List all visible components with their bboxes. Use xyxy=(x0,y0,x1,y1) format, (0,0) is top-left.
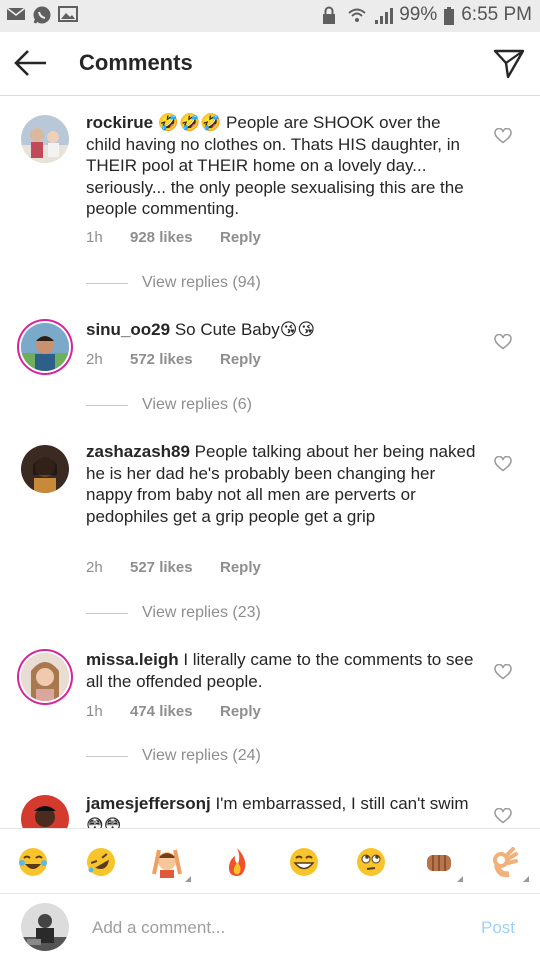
skin-tone-indicator xyxy=(457,876,463,882)
whatsapp-icon xyxy=(32,5,52,24)
comment-likes[interactable]: 572 likes xyxy=(130,351,220,368)
view-replies-button[interactable]: View replies (23) xyxy=(86,604,261,622)
direct-send-button[interactable] xyxy=(492,46,526,80)
like-button[interactable] xyxy=(494,807,512,824)
comment-time: 2h xyxy=(86,351,103,368)
comment-body: So Cute Baby😘😘 xyxy=(170,320,316,339)
comment-time: 1h xyxy=(86,229,103,246)
comments-list[interactable]: rockirue 🤣🤣🤣 People are SHOOK over the c… xyxy=(0,97,540,828)
emoji-fist-button[interactable] xyxy=(423,846,463,882)
emoji-fire-button[interactable] xyxy=(221,846,253,878)
comment-time: 2h xyxy=(86,559,103,576)
emoji-rofl-button[interactable] xyxy=(85,846,117,878)
reply-button[interactable]: Reply xyxy=(220,351,261,368)
comment-text: zashazash89 People talking about her bei… xyxy=(86,441,478,527)
my-avatar xyxy=(21,903,69,951)
avatar[interactable] xyxy=(21,445,69,493)
comment-text: jamesjeffersonj I'm embarrassed, I still… xyxy=(86,793,478,828)
gallery-icon xyxy=(58,5,78,23)
clock: 6:55 PM xyxy=(461,4,532,25)
emoji-ok-hand-button[interactable] xyxy=(489,846,529,882)
comment-likes[interactable]: 527 likes xyxy=(130,559,220,576)
comment-username[interactable]: zashazash89 xyxy=(86,442,190,461)
heart-icon xyxy=(494,663,512,680)
person-gesturing-icon xyxy=(152,849,182,878)
avatar[interactable] xyxy=(21,115,69,163)
ok-hand-icon xyxy=(493,847,518,878)
lock-icon xyxy=(321,6,341,24)
skin-tone-indicator xyxy=(185,876,191,882)
view-replies-label: View replies (94) xyxy=(142,274,261,291)
reply-button[interactable]: Reply xyxy=(220,703,261,720)
wifi-icon xyxy=(347,6,367,24)
reply-button[interactable]: Reply xyxy=(220,229,261,246)
emoji-quick-bar xyxy=(0,828,540,894)
comment-text: sinu_oo29 So Cute Baby😘😘 xyxy=(86,319,478,341)
comment-username[interactable]: jamesjeffersonj xyxy=(86,794,211,813)
view-replies-label: View replies (23) xyxy=(142,604,261,621)
view-replies-button[interactable]: View replies (6) xyxy=(86,396,252,414)
skin-tone-indicator xyxy=(523,876,529,882)
divider-line xyxy=(86,612,128,614)
comment-text: rockirue 🤣🤣🤣 People are SHOOK over the c… xyxy=(86,112,478,220)
heart-icon xyxy=(494,333,512,350)
emoji-raised-hands-button[interactable] xyxy=(151,846,191,882)
heart-icon xyxy=(494,807,512,824)
comment-time: 1h xyxy=(86,703,103,720)
oncoming-fist-icon xyxy=(427,855,451,871)
like-button[interactable] xyxy=(494,663,512,680)
comment-username[interactable]: rockirue xyxy=(86,113,153,132)
emoji-tears-of-joy-button[interactable] xyxy=(17,846,49,878)
status-bar: 99% 6:55 PM xyxy=(0,0,540,32)
heart-icon xyxy=(494,127,512,144)
avatar[interactable] xyxy=(21,653,69,701)
notification-icons xyxy=(6,5,78,24)
like-button[interactable] xyxy=(494,455,512,472)
view-replies-button[interactable]: View replies (94) xyxy=(86,274,261,292)
comment-composer: Post xyxy=(0,895,540,960)
emoji-grinning-button[interactable] xyxy=(288,846,320,878)
divider-line xyxy=(86,404,128,406)
mail-icon xyxy=(6,5,26,23)
rofl-icon xyxy=(87,848,115,876)
eye-roll-icon xyxy=(357,848,385,876)
comment-username[interactable]: sinu_oo29 xyxy=(86,320,170,339)
like-button[interactable] xyxy=(494,333,512,350)
avatar[interactable] xyxy=(21,323,69,371)
comment-input[interactable] xyxy=(92,915,462,941)
emoji-eye-roll-button[interactable] xyxy=(355,846,387,878)
back-button[interactable] xyxy=(12,46,50,80)
heart-icon xyxy=(494,455,512,472)
comment-meta: 2h 527 likes Reply xyxy=(86,559,261,576)
comment-username[interactable]: missa.leigh xyxy=(86,650,179,669)
direct-send-icon xyxy=(493,49,525,79)
grinning-face-icon xyxy=(290,848,318,876)
comment-text: missa.leigh I literally came to the comm… xyxy=(86,649,478,692)
battery-icon xyxy=(443,6,455,25)
view-replies-label: View replies (6) xyxy=(142,396,252,413)
page-title: Comments xyxy=(79,50,193,75)
comment-likes[interactable]: 474 likes xyxy=(130,703,220,720)
back-arrow-icon xyxy=(14,50,46,76)
view-replies-button[interactable]: View replies (24) xyxy=(86,747,261,765)
avatar[interactable] xyxy=(21,795,69,828)
divider-line xyxy=(86,755,128,757)
reply-button[interactable]: Reply xyxy=(220,559,261,576)
post-button[interactable]: Post xyxy=(481,918,515,938)
comment-meta: 2h 572 likes Reply xyxy=(86,351,261,368)
signal-icon xyxy=(373,6,394,24)
view-replies-label: View replies (24) xyxy=(142,747,261,764)
tears-of-joy-icon xyxy=(19,848,47,876)
header: Comments xyxy=(0,32,540,96)
comment-meta: 1h 474 likes Reply xyxy=(86,703,261,720)
fire-icon xyxy=(229,848,246,876)
like-button[interactable] xyxy=(494,127,512,144)
comment-meta: 1h 928 likes Reply xyxy=(86,229,261,246)
divider-line xyxy=(86,282,128,284)
battery-percent: 99% xyxy=(399,4,438,25)
comment-likes[interactable]: 928 likes xyxy=(130,229,220,246)
system-icons: 99% 6:55 PM xyxy=(321,4,532,26)
